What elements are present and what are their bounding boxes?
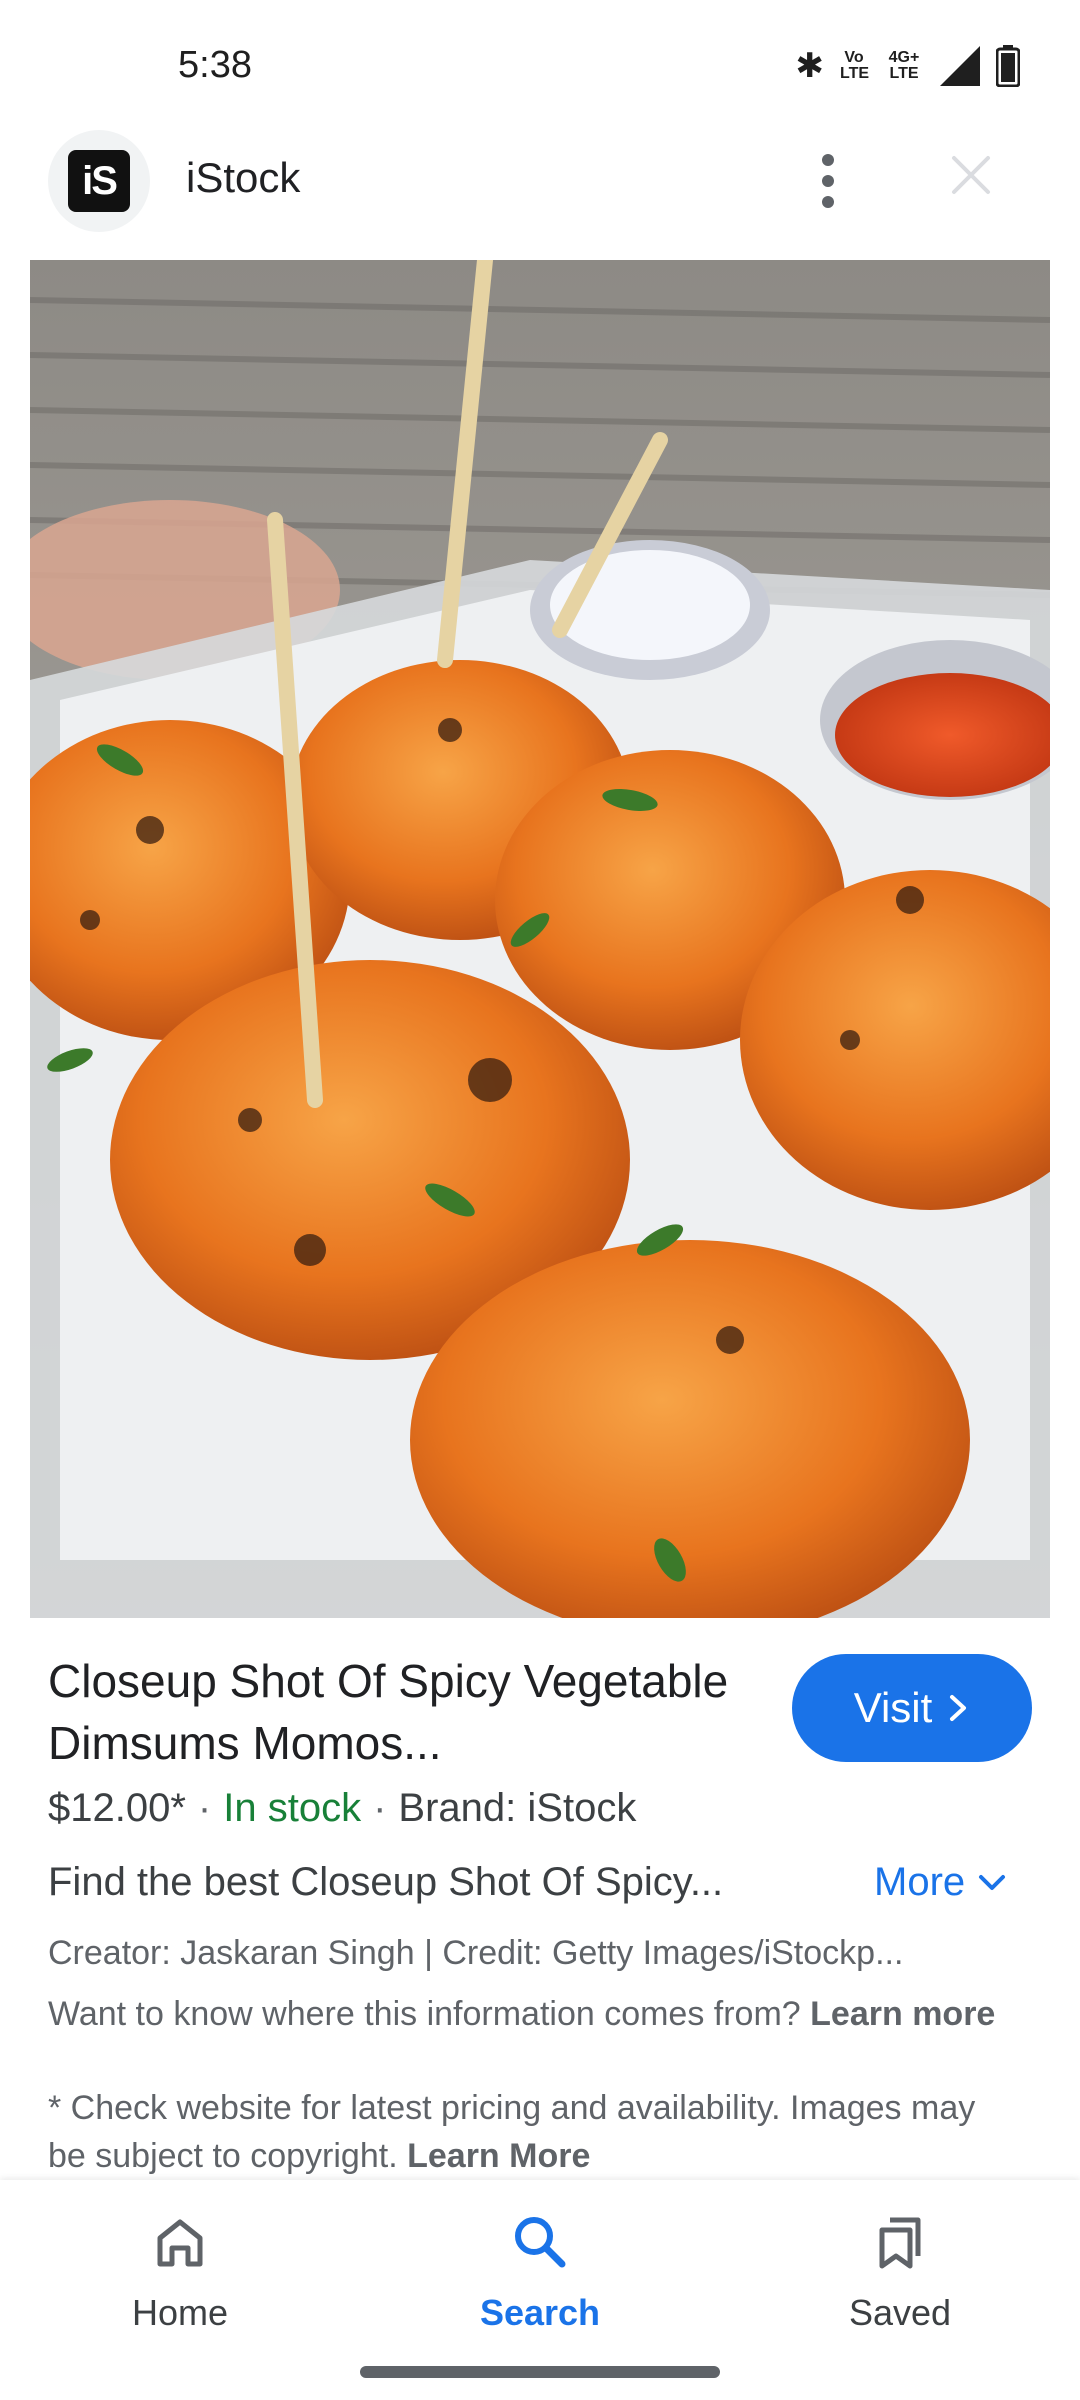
chevron-right-icon bbox=[950, 1695, 967, 1721]
signal-icon bbox=[940, 46, 980, 86]
search-icon bbox=[515, 2217, 566, 2268]
site-logo[interactable]: iS bbox=[48, 130, 150, 232]
status-icons: ✱ Vo LTE 4G+ LTE bbox=[795, 44, 1020, 88]
learn-more-copyright-link[interactable]: Learn More bbox=[407, 2137, 590, 2175]
visit-label: Visit bbox=[853, 1684, 933, 1731]
bookmarks-icon bbox=[879, 2217, 921, 2269]
chevron-down-icon bbox=[979, 1874, 1006, 1890]
brand: Brand: iStock bbox=[398, 1786, 637, 1830]
result-image[interactable] bbox=[30, 260, 1050, 1618]
more-vert-icon bbox=[822, 154, 834, 166]
nav-search[interactable]: Search bbox=[440, 2210, 640, 2334]
disclaimer: * Check website for latest pricing and a… bbox=[48, 2084, 1008, 2180]
separator-dot: · bbox=[197, 1786, 212, 1830]
close-button[interactable] bbox=[946, 150, 996, 200]
status-time: 5:38 bbox=[178, 44, 252, 86]
istock-logo: iS bbox=[68, 150, 130, 212]
visit-button[interactable]: Visit bbox=[792, 1654, 1032, 1762]
price-row: $12.00* · In stock · Brand: iStock bbox=[48, 1786, 636, 1831]
price: $12.00* bbox=[48, 1786, 186, 1830]
product-description: Find the best Closeup Shot Of Spicy... bbox=[48, 1860, 724, 1904]
more-button[interactable]: More bbox=[874, 1860, 1007, 1905]
stock-status: In stock bbox=[223, 1786, 362, 1830]
nav-home[interactable]: Home bbox=[80, 2210, 280, 2334]
close-icon bbox=[952, 156, 990, 194]
network-indicator: 4G+ LTE bbox=[888, 49, 920, 82]
product-title[interactable]: Closeup Shot Of Spicy Vegetable Dimsums … bbox=[48, 1650, 768, 1774]
nav-search-label: Search bbox=[479, 2292, 601, 2333]
separator-dot: · bbox=[373, 1786, 387, 1830]
nav-saved[interactable]: Saved bbox=[800, 2210, 1000, 2334]
more-options-button[interactable] bbox=[800, 140, 856, 222]
source-info: Want to know where this information come… bbox=[48, 1990, 1008, 2038]
site-name[interactable]: iStock bbox=[186, 154, 300, 202]
home-icon bbox=[157, 2219, 203, 2267]
learn-more-link[interactable]: Learn more bbox=[810, 1995, 995, 2033]
volte-indicator: Vo LTE bbox=[840, 49, 870, 82]
source-question: Want to know where this information come… bbox=[48, 1995, 801, 2033]
image-credit: Creator: Jaskaran Singh | Credit: Getty … bbox=[48, 1934, 904, 1972]
nav-saved-label: Saved bbox=[848, 2292, 952, 2333]
bluetooth-icon: ✱ bbox=[795, 47, 825, 85]
battery-icon bbox=[996, 45, 1020, 87]
gesture-bar[interactable] bbox=[360, 2366, 720, 2378]
nav-home-label: Home bbox=[131, 2292, 229, 2333]
momos-photo bbox=[30, 260, 1050, 1618]
more-label: More bbox=[874, 1860, 966, 1904]
result-header bbox=[0, 130, 1080, 260]
